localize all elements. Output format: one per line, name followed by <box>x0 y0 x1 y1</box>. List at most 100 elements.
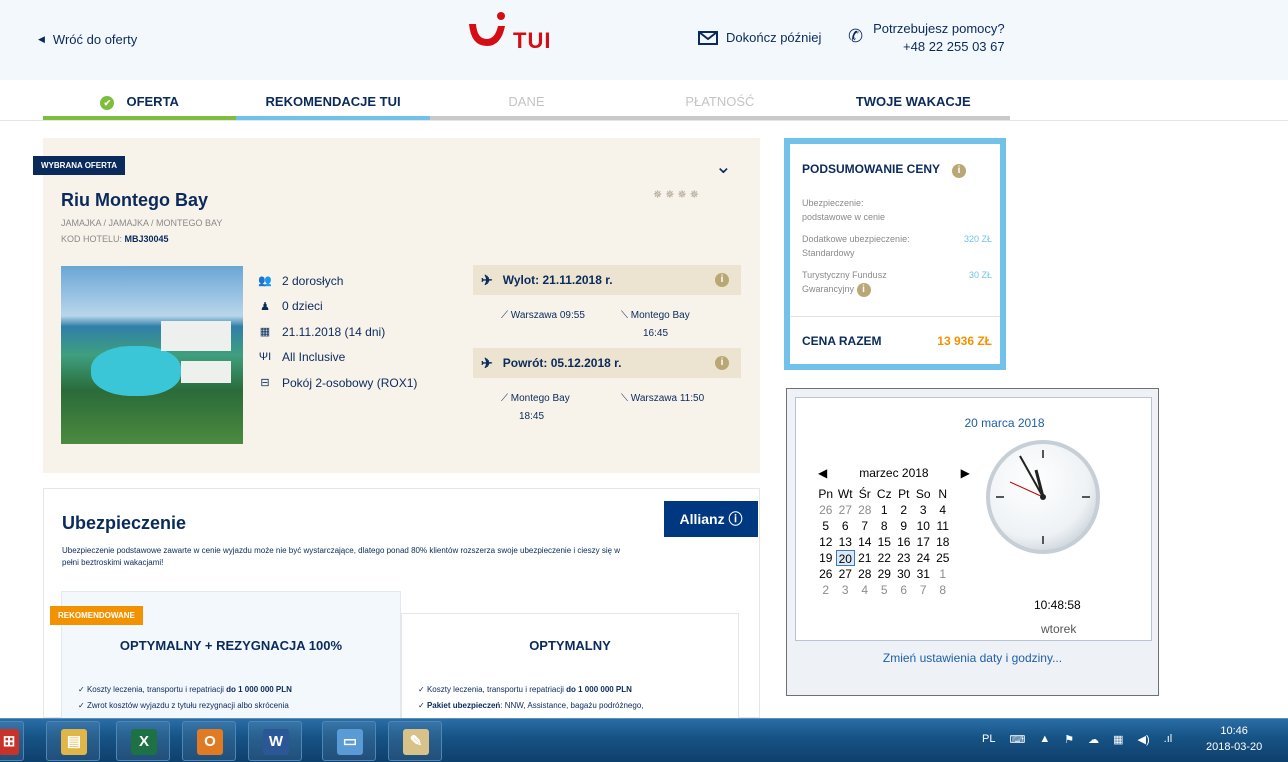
cloud-icon[interactable]: ☁ <box>1088 733 1099 746</box>
taskbar-photos[interactable]: ▭ <box>322 721 376 761</box>
step-rekomendacje[interactable]: REKOMENDACJE TUI <box>236 88 430 120</box>
child-icon: ♟ <box>260 300 270 313</box>
calendar-day[interactable]: 11 <box>933 518 953 534</box>
calendar-day[interactable]: 25 <box>933 550 953 566</box>
insurance-option-optymalny[interactable]: OPTYMALNY ✓ Koszty leczenia, transportu … <box>401 613 739 723</box>
start-button[interactable]: ⊞ <box>0 721 24 761</box>
weekday-label: So <box>915 487 931 501</box>
building-shape <box>181 361 231 383</box>
info-icon[interactable]: i <box>715 273 729 287</box>
calendar-day[interactable]: 28 <box>855 566 875 582</box>
calendar-day[interactable]: 3 <box>914 502 934 518</box>
taskbar-explorer[interactable]: ▤ <box>46 721 100 761</box>
info-icon[interactable]: i <box>715 356 729 370</box>
calendar-day[interactable]: 4 <box>855 582 875 598</box>
calendar-day[interactable]: 16 <box>894 534 914 550</box>
calendar-day[interactable]: 12 <box>816 534 836 550</box>
taskbar-paint[interactable]: ✎ <box>388 721 442 761</box>
divider <box>790 316 1000 317</box>
step-twoje-wakacje[interactable]: TWOJE WAKACJE <box>817 88 1010 120</box>
calendar-day[interactable]: 5 <box>816 518 836 534</box>
offer-panel: WYBRANA OFERTA ⌄ Riu Montego Bay ✵✵✵✵ JA… <box>33 138 760 473</box>
calendar-day[interactable]: 15 <box>875 534 895 550</box>
calendar-day[interactable]: 23 <box>894 550 914 566</box>
language-indicator[interactable]: PL <box>982 733 995 746</box>
calendar-day[interactable]: 22 <box>875 550 895 566</box>
plane-icon: ✈ <box>481 271 493 288</box>
calendar-day[interactable]: 6 <box>836 518 856 534</box>
next-month-icon[interactable]: ▶ <box>961 466 970 480</box>
price-summary: PODSUMOWANIE CENY i Ubezpieczenie: podstaw… <box>784 138 1006 370</box>
calendar-day[interactable]: 2 <box>894 502 914 518</box>
calendar-day[interactable]: 1 <box>875 502 895 518</box>
taskbar-word[interactable]: W <box>248 721 302 761</box>
prev-month-icon[interactable]: ◀ <box>818 466 827 480</box>
calendar-day[interactable]: 14 <box>855 534 875 550</box>
calendar-day[interactable]: 3 <box>836 582 856 598</box>
chevron-down-icon[interactable]: ⌄ <box>715 154 732 179</box>
calendar-day[interactable]: 2 <box>816 582 836 598</box>
calendar-day[interactable]: 27 <box>836 502 856 518</box>
change-datetime-link[interactable]: Zmień ustawienia daty i godziny... <box>787 651 1158 665</box>
insurance-option-optymalny-rezygnacja[interactable]: REKOMENDOWANE OPTYMALNY + REZYGNACJA 100… <box>50 591 401 721</box>
calendar-day[interactable]: 5 <box>875 582 895 598</box>
calendar-day[interactable]: 8 <box>933 582 953 598</box>
calendar-day[interactable]: 7 <box>914 582 934 598</box>
calendar-day[interactable]: 6 <box>894 582 914 598</box>
calendar-day[interactable]: 18 <box>933 534 953 550</box>
header: ◀ Wróć do oferty TUI Dokończ później ✆ Pot… <box>0 0 1288 80</box>
calendar-day[interactable]: 26 <box>816 566 836 582</box>
calendar-day[interactable]: 17 <box>914 534 934 550</box>
clock-hands-icon <box>996 450 1090 544</box>
hotel-name: Riu Montego Bay <box>61 190 208 210</box>
calendar-day[interactable]: 29 <box>875 566 895 582</box>
calendar-day[interactable]: 13 <box>836 534 856 550</box>
digital-time: 10:48:58 <box>1034 598 1081 612</box>
calendar-day[interactable]: 30 <box>894 566 914 582</box>
taskbar-clock[interactable]: 10:46 2018-03-20 <box>1206 723 1262 755</box>
hotel-photo[interactable] <box>61 266 243 444</box>
signal-icon[interactable]: .ıl <box>1164 733 1173 746</box>
offer-badge: WYBRANA OFERTA <box>33 156 125 175</box>
recommended-badge: REKOMENDOWANE <box>50 606 143 625</box>
calendar-day[interactable]: 28 <box>855 502 875 518</box>
hotel-location: JAMAJKA / JAMAJKA / MONTEGO BAY <box>61 218 223 228</box>
calendar-day[interactable]: 21 <box>855 550 875 566</box>
calendar-day[interactable]: 4 <box>933 502 953 518</box>
flag-icon[interactable]: ⚑ <box>1064 733 1074 746</box>
taskbar-outlook[interactable]: O <box>182 721 236 761</box>
calendar-day[interactable]: 24 <box>914 550 934 566</box>
volume-icon[interactable]: ◀) <box>1138 733 1150 746</box>
food-icon: ΨI <box>258 351 272 364</box>
calendar-day[interactable]: 7 <box>855 518 875 534</box>
calendar-day[interactable]: 9 <box>894 518 914 534</box>
step-oferta[interactable]: ✔ OFERTA <box>43 88 237 120</box>
network-icon[interactable]: ▦ <box>1113 733 1123 746</box>
info-icon[interactable]: i <box>856 283 871 297</box>
calendar-day[interactable]: 26 <box>816 502 836 518</box>
calendar-week: 26 27 28 29 30 31 1 <box>816 566 953 582</box>
help-contact[interactable]: ✆ Potrzebujesz pomocy? +48 22 255 03 67 <box>848 20 1005 56</box>
pool-shape <box>91 346 181 396</box>
calendar-day[interactable]: 10 <box>914 518 934 534</box>
calendar-day[interactable]: 8 <box>875 518 895 534</box>
outlook-icon: O <box>197 729 223 755</box>
calendar-day[interactable]: 31 <box>914 566 934 582</box>
calendar-day[interactable]: 19 <box>816 550 836 566</box>
tui-logo[interactable]: TUI <box>465 10 575 60</box>
clock-date-link[interactable]: 20 marca 2018 <box>796 416 1153 430</box>
tui-smile-icon <box>469 12 505 46</box>
calendar-week: 12 13 14 15 16 17 18 <box>816 534 953 550</box>
taskbar-excel[interactable]: X <box>116 721 170 761</box>
info-icon[interactable]: i <box>952 164 967 178</box>
finish-later-button[interactable]: Dokończ później <box>698 30 821 45</box>
calendar-day[interactable]: 27 <box>836 566 856 582</box>
keyboard-icon[interactable]: ⌨ <box>1009 733 1025 746</box>
back-link[interactable]: ◀ Wróć do oferty <box>38 32 137 47</box>
calendar-day[interactable]: 20 <box>835 550 855 566</box>
tray-up-arrow-icon[interactable]: ▲ <box>1039 733 1050 746</box>
calendar-day[interactable]: 1 <box>933 566 953 582</box>
return-flight: ✈ Powrót: 05.12.2018 r. i ⟋ Montego Bay 18:… <box>473 348 741 428</box>
step-dane: DANE <box>508 94 545 109</box>
start-icon: ⊞ <box>0 729 19 755</box>
